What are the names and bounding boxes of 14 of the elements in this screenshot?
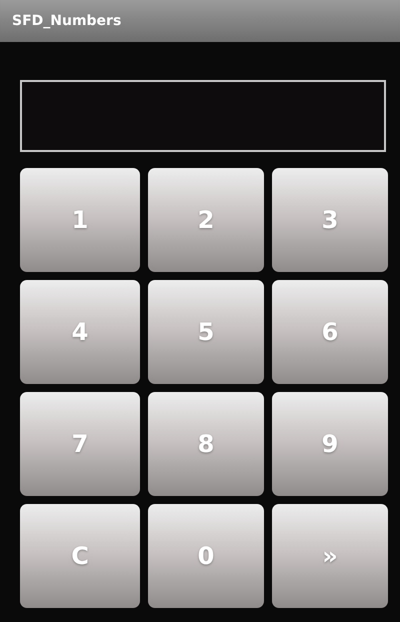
window-title: SFD_Numbers (12, 13, 122, 29)
keypad-button[interactable]: » (272, 504, 388, 608)
keypad-button[interactable]: 6 (272, 280, 388, 384)
keypad-button[interactable]: 9 (272, 392, 388, 496)
keypad-button[interactable]: 0 (148, 504, 264, 608)
keypad-button[interactable]: 5 (148, 280, 264, 384)
keypad-button[interactable]: 4 (20, 280, 140, 384)
keypad-button[interactable]: 7 (20, 392, 140, 496)
keypad-button[interactable]: C (20, 504, 140, 608)
keypad-button[interactable]: 3 (272, 168, 388, 272)
number-display-field[interactable] (20, 80, 386, 152)
keypad-button[interactable]: 1 (20, 168, 140, 272)
keypad-button[interactable]: 8 (148, 392, 264, 496)
keypad-button[interactable]: 2 (148, 168, 264, 272)
